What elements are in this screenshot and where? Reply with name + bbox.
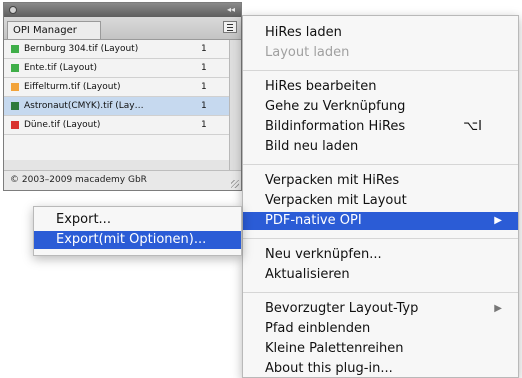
status-swatch-icon (11, 83, 19, 91)
menu-item-label: Gehe zu Verknüpfung (265, 99, 406, 114)
link-count: 1 (201, 82, 207, 92)
status-swatch-icon (11, 102, 19, 110)
panel-collapse-icon[interactable]: ◂◂ (227, 4, 235, 16)
menu-item-label: Aktualisieren (265, 267, 350, 282)
resize-grip-icon[interactable] (231, 180, 239, 188)
menu-item-bevorzugter-layout-typ[interactable]: Bevorzugter Layout-Typ ▶ (243, 300, 518, 318)
menu-item-label: PDF-native OPI (265, 213, 362, 228)
link-row[interactable]: Düne.tif (Layout) 1 (4, 116, 229, 135)
link-count: 1 (201, 44, 207, 54)
menu-item-export-mit-optionen[interactable]: Export(mit Optionen)... (34, 231, 241, 249)
link-filename: Astronaut(CMYK).tif (Lay… (24, 101, 144, 111)
menu-item-label: Bild neu laden (265, 139, 359, 154)
menu-item-bildinformation-hires[interactable]: Bildinformation HiRes ⌥I (243, 118, 518, 136)
menu-item-gehe-zu-verknüpfung[interactable]: Gehe zu Verknüpfung (243, 98, 518, 116)
menu-item-label: Bevorzugter Layout-Typ (265, 301, 419, 316)
menu-item-layout-laden: Layout laden (243, 44, 518, 62)
link-filename: Ente.tif (Layout) (24, 63, 97, 73)
link-row[interactable]: Astronaut(CMYK).tif (Lay… 1 (4, 97, 229, 116)
link-filename: Eiffelturm.tif (Layout) (24, 82, 121, 92)
panel-titlebar[interactable]: ◂◂ (4, 3, 241, 17)
menu-item-kleine-palettenreihen[interactable]: Kleine Palettenreihen (243, 340, 518, 358)
menu-item-label: Bildinformation HiRes (265, 119, 406, 134)
menu-item-aktualisieren[interactable]: Aktualisieren (243, 266, 518, 284)
tab-opi-manager[interactable]: OPI Manager (7, 21, 101, 39)
menu-item-hires-bearbeiten[interactable]: HiRes bearbeiten (243, 78, 518, 96)
panel-menu-icon[interactable] (223, 21, 237, 33)
link-list: Bernburg 304.tif (Layout) 1 Ente.tif (Layo… (4, 40, 229, 160)
panel-footer: © 2003–2009 macademy GbR (4, 170, 241, 190)
menu-item-verpacken-mit-hires[interactable]: Verpacken mit HiRes (243, 172, 518, 190)
menu-item-label: Kleine Palettenreihen (265, 341, 404, 356)
scrollbar[interactable] (229, 40, 241, 170)
menu-item-export[interactable]: Export... (34, 211, 241, 229)
menu-item-label: Export... (56, 212, 111, 227)
shortcut-label: ⌥I (463, 119, 482, 134)
link-row[interactable]: Bernburg 304.tif (Layout) 1 (4, 40, 229, 59)
status-swatch-icon (11, 45, 19, 53)
submenu-arrow-icon: ▶ (494, 215, 502, 226)
link-filename: Düne.tif (Layout) (24, 120, 101, 130)
opi-context-menu: HiRes laden Layout laden HiRes bearbeiten G… (242, 15, 519, 378)
menu-item-label: Verpacken mit Layout (265, 193, 407, 208)
menu-item-pdf-native-opi[interactable]: PDF-native OPI ▶ (243, 212, 518, 230)
link-count: 1 (201, 120, 207, 130)
menu-item-about-this-plug-in[interactable]: About this plug-in... (243, 360, 518, 378)
menu-item-label: HiRes laden (265, 25, 342, 40)
link-count: 1 (201, 63, 207, 73)
menu-item-label: Export(mit Optionen)... (56, 232, 207, 247)
menu-item-label: About this plug-in... (265, 361, 393, 376)
copyright-text: © 2003–2009 macademy GbR (10, 175, 147, 185)
menu-item-pfad-einblenden[interactable]: Pfad einblenden (243, 320, 518, 338)
menu-item-label: Pfad einblenden (265, 321, 371, 336)
link-row[interactable]: Eiffelturm.tif (Layout) 1 (4, 78, 229, 97)
menu-separator (243, 238, 518, 239)
link-row[interactable]: Ente.tif (Layout) 1 (4, 59, 229, 78)
pdf-native-opi-submenu: Export... Export(mit Optionen)... (33, 206, 242, 256)
opi-manager-panel: ◂◂ OPI Manager Bernburg 304.tif (Layout)… (3, 2, 242, 191)
submenu-arrow-icon: ▶ (494, 303, 502, 314)
menu-item-hires-laden[interactable]: HiRes laden (243, 24, 518, 42)
panel-tabbar: OPI Manager (4, 17, 241, 40)
menu-item-label: Layout laden (265, 45, 350, 60)
menu-item-verpacken-mit-layout[interactable]: Verpacken mit Layout (243, 192, 518, 210)
menu-item-label: Neu verknüpfen... (265, 247, 382, 262)
menu-separator (243, 164, 518, 165)
menu-item-label: HiRes bearbeiten (265, 79, 377, 94)
status-swatch-icon (11, 121, 19, 129)
menu-item-bild-neu-laden[interactable]: Bild neu laden (243, 138, 518, 156)
menu-item-label: Verpacken mit HiRes (265, 173, 400, 188)
menu-separator (243, 70, 518, 71)
menu-separator (243, 292, 518, 293)
status-swatch-icon (11, 64, 19, 72)
link-filename: Bernburg 304.tif (Layout) (24, 44, 139, 54)
link-count: 1 (201, 101, 207, 111)
panel-close-icon[interactable] (9, 6, 17, 14)
menu-item-neu-verknüpfen[interactable]: Neu verknüpfen... (243, 246, 518, 264)
